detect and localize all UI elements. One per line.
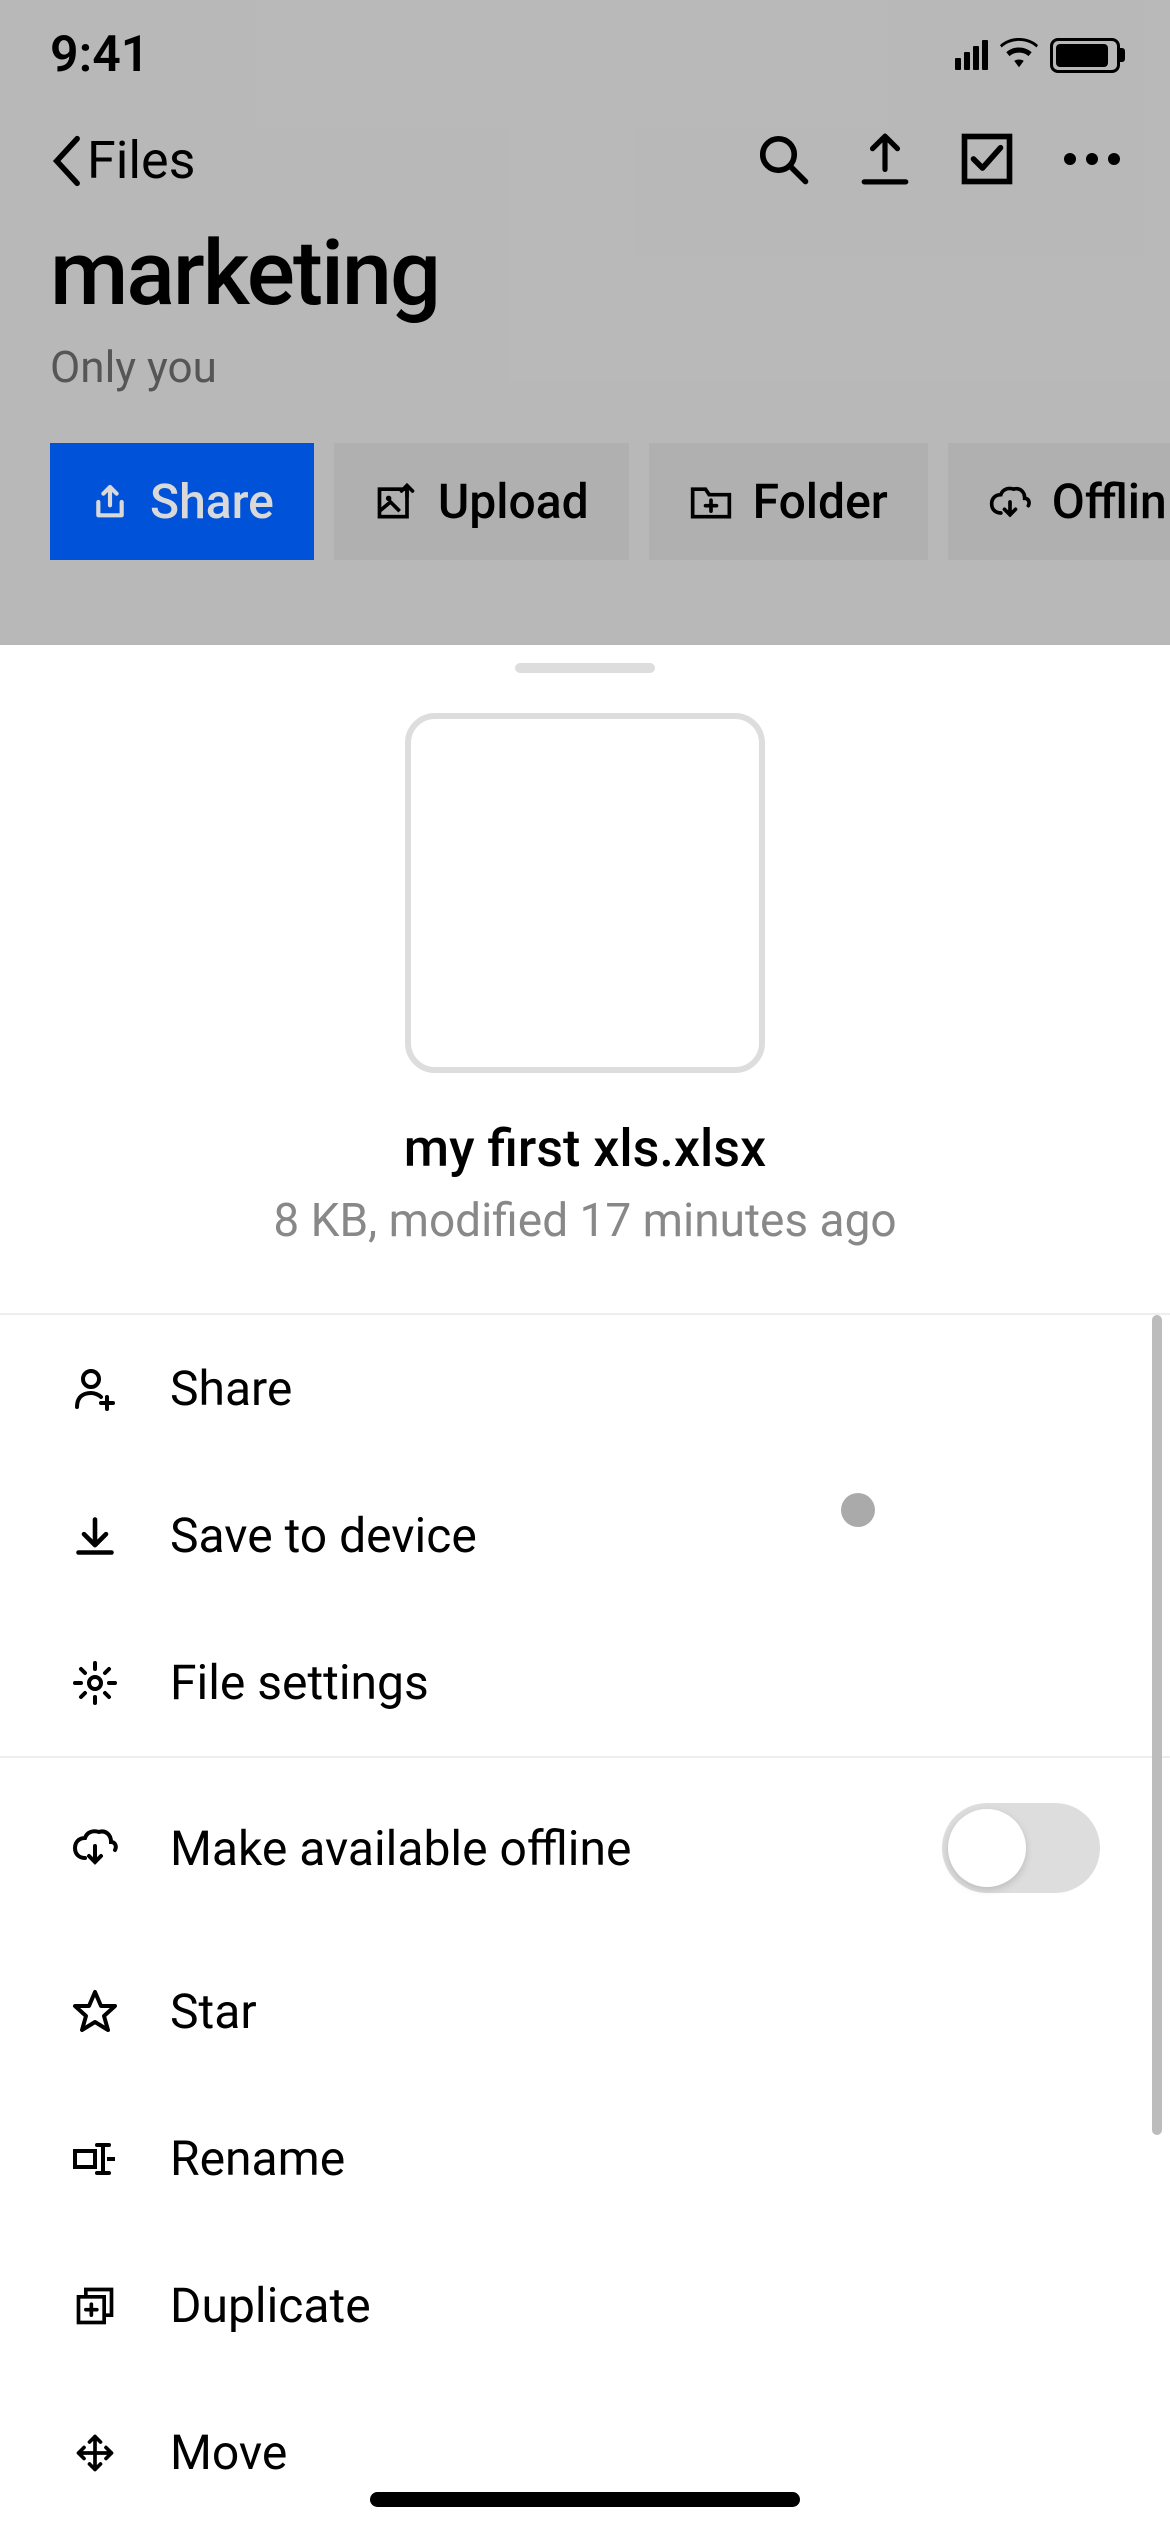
menu-move[interactable]: Move (0, 2379, 1170, 2481)
menu-file-settings[interactable]: File settings (0, 1609, 1170, 1756)
menu-star[interactable]: Star (0, 1938, 1170, 2085)
drag-handle[interactable] (515, 663, 655, 673)
menu-save-to-device[interactable]: Save to device (0, 1462, 1170, 1609)
menu-share[interactable]: Share (0, 1315, 1170, 1462)
menu-duplicate[interactable]: Duplicate (0, 2232, 1170, 2379)
file-meta: 8 KB, modified 17 minutes ago (273, 1194, 896, 1248)
menu-star-label: Star (170, 1983, 257, 2040)
file-name: my first xls.xlsx (404, 1118, 766, 1179)
file-actions-sheet: my first xls.xlsx 8 KB, modified 17 minu… (0, 645, 1170, 2532)
menu-settings-label: File settings (170, 1654, 429, 1711)
star-icon (71, 1988, 119, 2036)
person-add-icon (71, 1365, 119, 1413)
menu-duplicate-label: Duplicate (170, 2277, 371, 2334)
menu-share-label: Share (170, 1360, 292, 1417)
download-icon (73, 1514, 117, 1558)
gear-icon (71, 1659, 119, 1707)
file-preview: my first xls.xlsx 8 KB, modified 17 minu… (0, 673, 1170, 1278)
duplicate-icon (73, 2284, 117, 2328)
move-icon (73, 2431, 117, 2475)
menu-rename-label: Rename (170, 2130, 345, 2187)
scrollbar[interactable] (1152, 1315, 1162, 2135)
menu-make-offline[interactable]: Make available offline (0, 1758, 1170, 1938)
menu-offline-label: Make available offline (170, 1820, 631, 1877)
menu-list: Share Save to device File settings Make … (0, 1315, 1170, 2481)
menu-rename[interactable]: Rename (0, 2085, 1170, 2232)
rename-icon (71, 2139, 119, 2179)
cursor-indicator (841, 1493, 875, 1527)
home-indicator[interactable] (370, 2492, 800, 2507)
offline-toggle[interactable] (942, 1803, 1100, 1893)
cloud-download-icon (71, 1828, 119, 1868)
menu-save-label: Save to device (170, 1507, 477, 1564)
menu-move-label: Move (170, 2424, 287, 2481)
file-thumbnail[interactable] (405, 713, 765, 1073)
